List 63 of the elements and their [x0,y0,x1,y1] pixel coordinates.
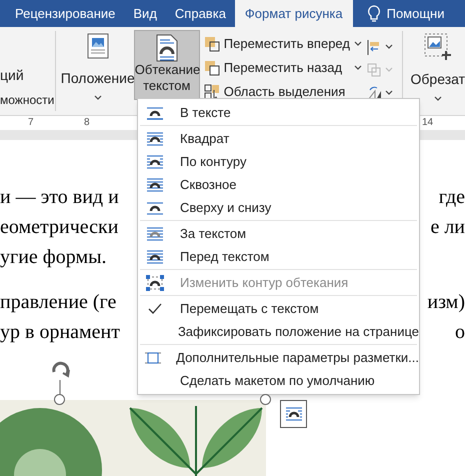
align-icon [366,39,382,55]
resize-handle[interactable] [54,394,65,405]
in-front-text-icon [146,248,164,264]
menu-item[interactable]: Сделать макетом по умолчанию [138,369,419,392]
menu-item[interactable]: За текстом [138,222,419,245]
tell-me-label[interactable]: Помощни [386,4,444,24]
body-text: и — это вид и [0,185,119,210]
checkmark-icon [148,302,162,314]
caret-icon [434,96,442,102]
ribbon-tab[interactable]: Формат рисунка [234,0,353,27]
menu-item[interactable]: Сверху и снизу [138,196,419,219]
body-text: изм) [427,290,465,315]
top-bottom-wrap-icon [146,200,164,216]
selection-button[interactable]: Область выделения [204,82,366,101]
body-text: еометрически [0,215,118,240]
ribbon-tab[interactable]: Вид [124,0,166,27]
menu-item[interactable]: Квадрат [138,127,419,150]
body-text: правление (ге [0,290,116,315]
behind-text-icon [146,226,164,242]
group-label: можности [0,92,55,109]
body-text: е ли [430,215,465,240]
menu-item[interactable]: Перемещать с текстом [138,297,419,320]
ruler-number: 14 [422,116,434,130]
menu-item[interactable]: Сквозное [138,173,419,196]
menu-item[interactable]: Зафиксировать положение на странице [138,320,419,343]
inline-wrap-icon [146,104,164,120]
layers-icon [204,60,220,76]
square-wrap-icon [146,130,164,146]
menu-item[interactable]: По контуру [138,150,419,173]
ruler-number: 8 [84,116,90,130]
lightbulb-icon [366,4,381,22]
crop-icon [424,33,452,61]
through-wrap-icon [146,176,164,192]
ribbon-tab[interactable]: Справка [166,0,235,27]
wrap-text-icon [156,34,178,62]
caret-icon [354,64,362,70]
position-button[interactable]: Положение [62,27,134,115]
menu-item[interactable]: Дополнительные параметры разметки... [138,346,419,369]
caret-icon [384,44,393,50]
group-icon [366,62,382,78]
caret-icon [384,67,393,73]
forward-button[interactable]: Переместить вперед [204,34,366,53]
picture-icon [86,33,109,59]
ribbon-button-label[interactable]: ций [0,65,55,86]
body-text: о [455,320,465,345]
resize-handle[interactable] [260,394,271,405]
caret-icon [384,90,393,96]
caret-icon [94,95,102,101]
caret-icon [354,40,362,46]
body-text: где [438,185,465,210]
edit-points-icon [146,274,164,290]
layers-icon [204,36,220,52]
backward-button[interactable]: Переместить назад [204,58,366,77]
wrap-text-icon [284,406,302,422]
body-text: ур в орнамент [0,320,120,345]
menu-item[interactable]: Перед текстом [138,245,419,268]
layout-options-button[interactable] [280,400,307,428]
body-text: угие формы. [0,245,107,270]
ruler-number: 7 [28,116,34,130]
layout-options-icon [144,350,162,366]
ribbon-tab[interactable]: Рецензирование [6,0,124,27]
tight-wrap-icon [146,154,164,170]
wrap-text-button[interactable]: Обтекание текстом [134,30,200,100]
